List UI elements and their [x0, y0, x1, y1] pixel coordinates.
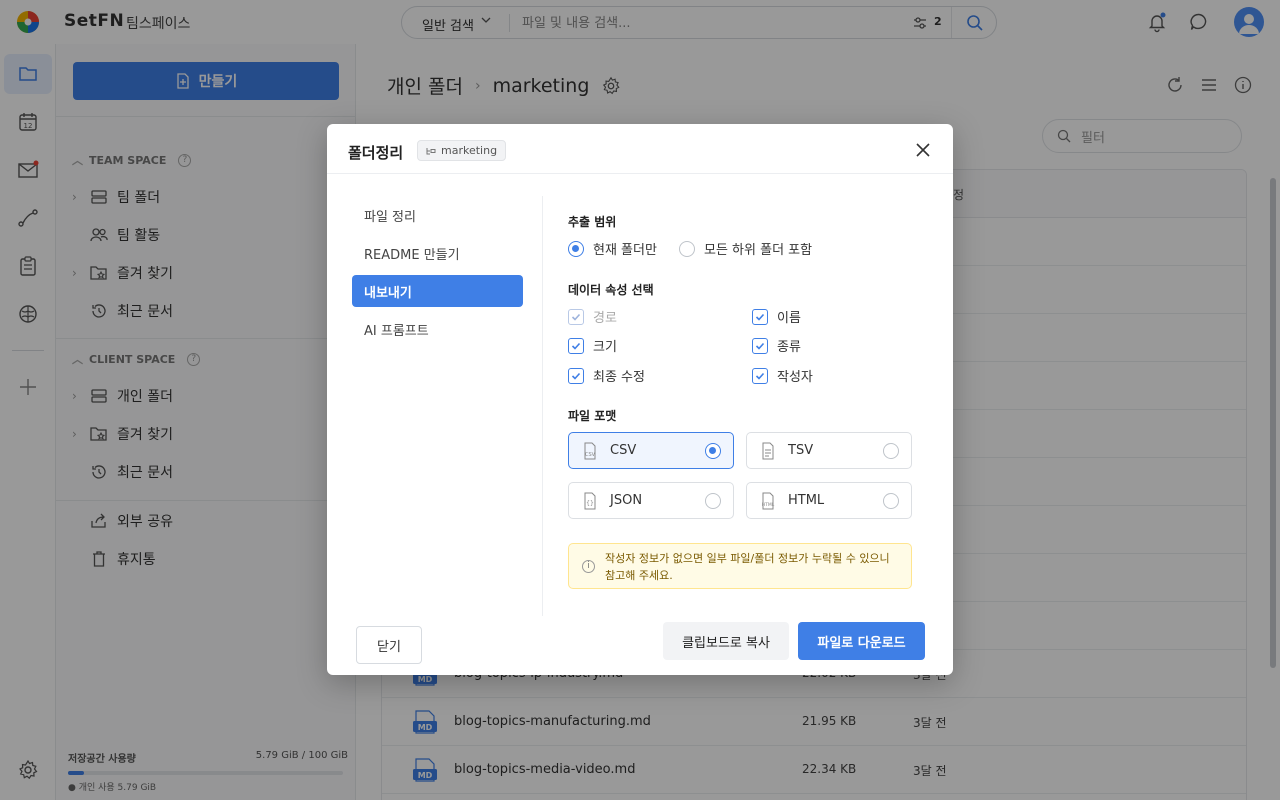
info-icon: i: [582, 560, 595, 573]
folder-chip: marketing: [417, 140, 507, 161]
folder-tree-icon: [426, 147, 436, 154]
radio-unselected[interactable]: [883, 443, 899, 459]
copy-to-clipboard-button[interactable]: 클립보드로 복사: [663, 622, 789, 660]
nav-item-export[interactable]: 내보내기: [352, 275, 523, 307]
dialog-nav-divider: [542, 196, 543, 616]
format-label-text: HTML: [788, 493, 825, 508]
svg-text:HTML: HTML: [762, 502, 775, 508]
scope-option-label: 모든 하위 폴더 포함: [704, 243, 813, 258]
folder-organize-dialog: 폴더정리 marketing 파일 정리 README 만들기 내보내기 AI …: [327, 124, 953, 675]
format-label-text: TSV: [788, 443, 814, 458]
format-label: 파일 포맷: [568, 409, 617, 423]
attr-label: 종류: [777, 340, 801, 355]
warning-notice: i 작성자 정보가 없으면 일부 파일/폴더 정보가 누락될 수 있으니 참고해…: [568, 543, 912, 589]
checkbox-checked[interactable]: [568, 367, 584, 384]
close-icon[interactable]: [911, 138, 935, 162]
svg-text:CSV: CSV: [585, 452, 596, 458]
format-option-csv[interactable]: CSV CSV: [568, 432, 734, 469]
format-label-text: JSON: [610, 493, 643, 508]
format-option-html[interactable]: HTML HTML: [746, 482, 912, 519]
html-file-icon: HTML: [762, 492, 775, 509]
format-option-tsv[interactable]: TSV: [746, 432, 912, 469]
attr-name[interactable]: 이름: [752, 307, 801, 326]
scope-option-label: 현재 폴더만: [593, 243, 657, 258]
folder-chip-label: marketing: [441, 144, 498, 157]
checkbox-checked[interactable]: [752, 367, 768, 384]
notice-text: 작성자 정보가 없으면 일부 파일/폴더 정보가 누락될 수 있으니 참고해 주…: [605, 552, 890, 582]
attr-label: 이름: [777, 311, 801, 326]
nav-item-organize[interactable]: 파일 정리: [352, 199, 523, 231]
radio-selected[interactable]: [568, 240, 584, 257]
radio-unselected[interactable]: [883, 493, 899, 509]
attr-size[interactable]: 크기: [568, 336, 617, 355]
attr-label: 최종 수정: [593, 370, 645, 385]
checkbox-disabled: [568, 308, 584, 325]
checkbox-checked[interactable]: [752, 308, 768, 325]
attr-author[interactable]: 작성자: [752, 366, 813, 385]
dialog-header-divider: [327, 173, 953, 174]
radio-unselected[interactable]: [705, 493, 721, 509]
attr-label: 경로: [593, 311, 617, 326]
close-button[interactable]: 닫기: [356, 626, 422, 664]
download-file-button[interactable]: 파일로 다운로드: [798, 622, 925, 660]
scope-option-all[interactable]: 모든 하위 폴더 포함: [679, 239, 812, 258]
attr-type[interactable]: 종류: [752, 336, 801, 355]
json-file-icon: {}: [584, 492, 596, 509]
tsv-file-icon: [762, 442, 774, 459]
attr-label: 작성자: [777, 370, 813, 385]
dialog-title: 폴더정리: [348, 144, 404, 162]
attr-label: 크기: [593, 340, 617, 355]
format-label-text: CSV: [610, 443, 637, 458]
attr-path: 경로: [568, 307, 617, 326]
format-option-json[interactable]: {} JSON: [568, 482, 734, 519]
nav-item-readme[interactable]: README 만들기: [352, 237, 523, 269]
csv-file-icon: CSV: [584, 442, 596, 459]
scope-option-current[interactable]: 현재 폴더만: [568, 239, 657, 258]
scope-label: 추출 범위: [568, 215, 617, 229]
checkbox-checked[interactable]: [568, 337, 584, 354]
checkbox-checked[interactable]: [752, 337, 768, 354]
radio-unselected[interactable]: [679, 240, 695, 257]
radio-selected[interactable]: [705, 443, 721, 459]
nav-item-ai-prompt[interactable]: AI 프롬프트: [352, 313, 523, 345]
svg-text:{}: {}: [586, 500, 594, 507]
attributes-label: 데이터 속성 선택: [568, 283, 654, 297]
attr-modified[interactable]: 최종 수정: [568, 366, 645, 385]
